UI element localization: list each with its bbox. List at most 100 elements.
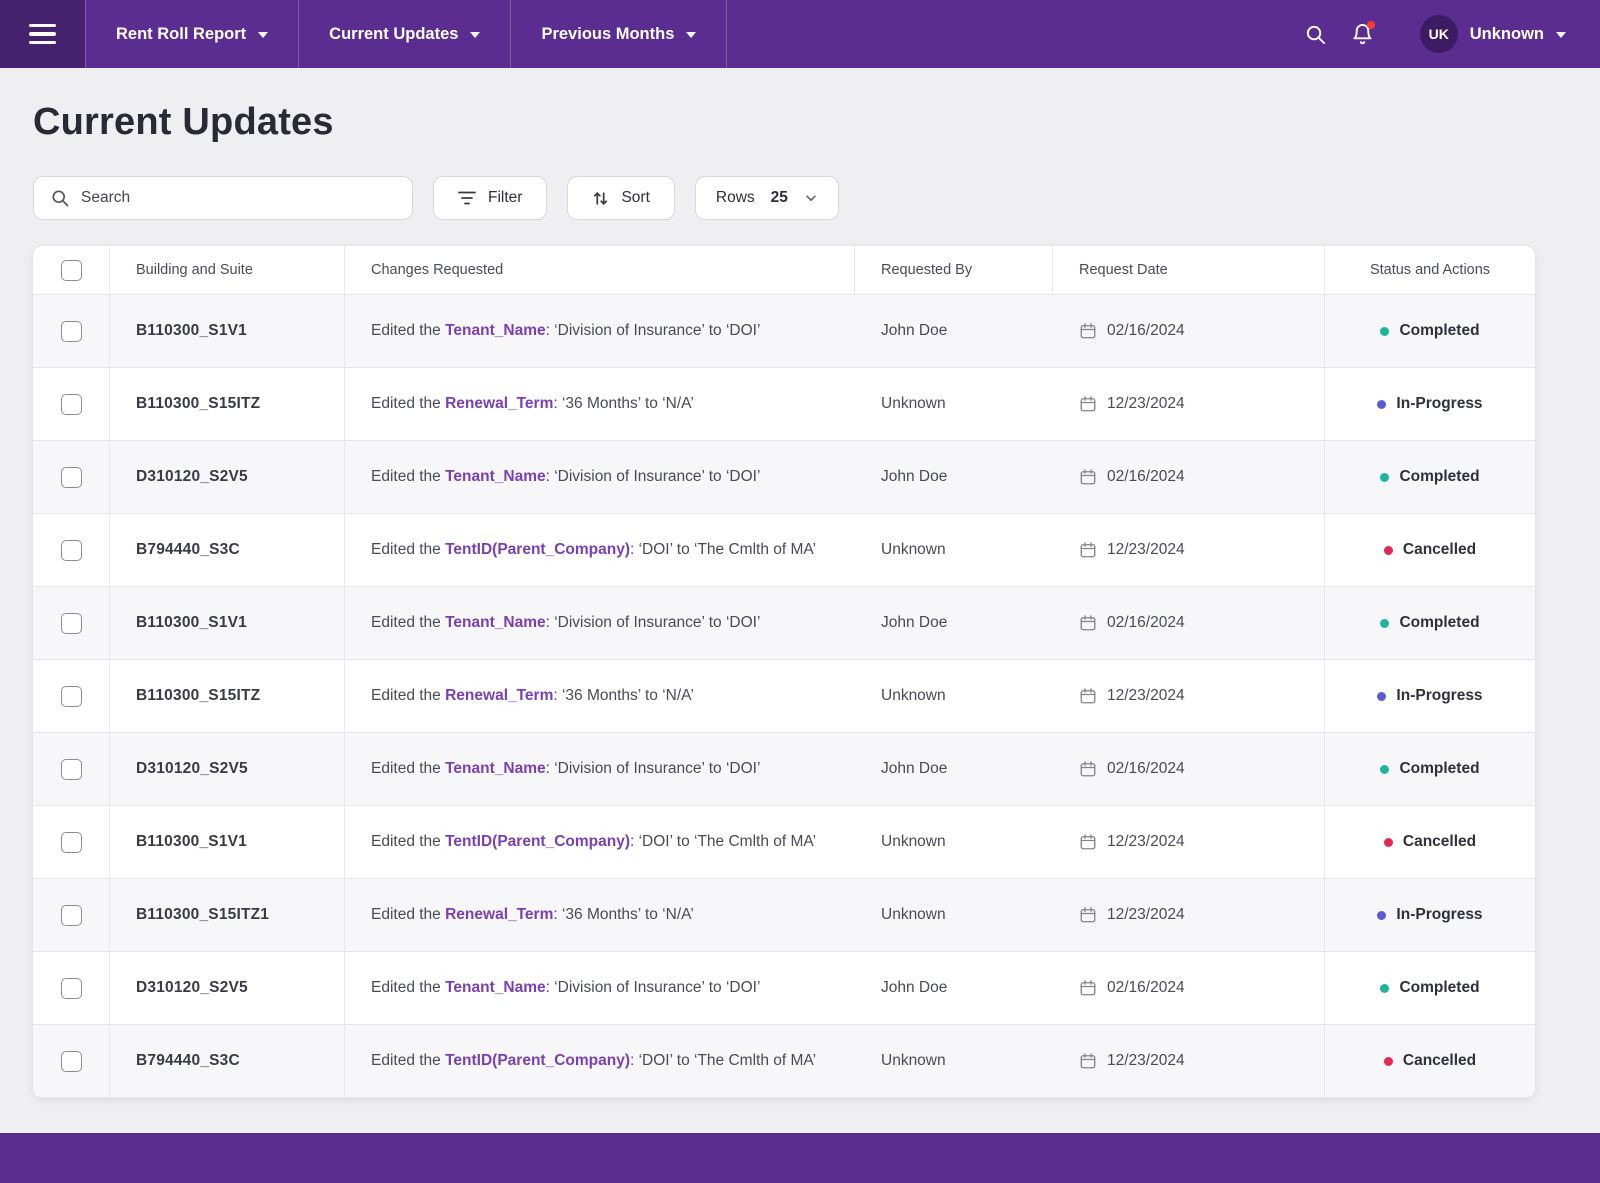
nav-item-rent-roll-report[interactable]: Rent Roll Report bbox=[85, 0, 299, 68]
request-date: 12/23/2024 bbox=[1107, 687, 1185, 705]
menu-button[interactable] bbox=[0, 0, 85, 68]
status-dot bbox=[1384, 1057, 1393, 1066]
change-description-cell: Edited the Renewal_Term: ‘36 Months’ to … bbox=[345, 879, 855, 951]
calendar-icon bbox=[1079, 541, 1097, 559]
user-menu[interactable]: UK Unknown bbox=[1420, 15, 1566, 53]
calendar-icon bbox=[1079, 1052, 1097, 1070]
status-badge: Cancelled bbox=[1324, 1025, 1535, 1097]
field-name-link[interactable]: TentID(Parent_Company) bbox=[445, 833, 630, 850]
search-icon bbox=[1304, 23, 1327, 46]
field-name-link[interactable]: Renewal_Term bbox=[445, 687, 553, 704]
request-date-cell: 02/16/2024 bbox=[1053, 441, 1325, 513]
field-name-link[interactable]: Tenant_Name bbox=[445, 322, 546, 339]
table-row[interactable]: B794440_S3C Edited the TentID(Parent_Com… bbox=[33, 1025, 1535, 1098]
status-badge: Completed bbox=[1324, 441, 1535, 513]
row-checkbox[interactable] bbox=[61, 394, 82, 415]
rows-per-page-selector[interactable]: Rows 25 bbox=[695, 176, 839, 220]
building-suite-cell: D310120_S2V5 bbox=[110, 952, 345, 1024]
calendar-icon bbox=[1079, 760, 1097, 778]
change-description-cell: Edited the Renewal_Term: ‘36 Months’ to … bbox=[345, 368, 855, 440]
user-name: Unknown bbox=[1470, 25, 1544, 44]
updates-table: Building and Suite Changes Requested Req… bbox=[33, 246, 1535, 1098]
request-date-cell: 12/23/2024 bbox=[1053, 660, 1325, 732]
search-input[interactable] bbox=[81, 189, 396, 207]
change-description-cell: Edited the Tenant_Name: ‘Division of Ins… bbox=[345, 952, 855, 1024]
table-row[interactable]: B110300_S15ITZ1 Edited the Renewal_Term:… bbox=[33, 879, 1535, 952]
filter-icon bbox=[458, 191, 476, 205]
table-body: B110300_S1V1 Edited the Tenant_Name: ‘Di… bbox=[33, 295, 1535, 1098]
field-name-link[interactable]: Tenant_Name bbox=[445, 614, 546, 631]
requested-by-cell: Unknown bbox=[855, 514, 1053, 586]
requested-by-cell: Unknown bbox=[855, 806, 1053, 878]
row-checkbox[interactable] bbox=[61, 321, 82, 342]
status-label: Cancelled bbox=[1403, 541, 1476, 559]
change-text: Edited the TentID(Parent_Company): ‘DOI’… bbox=[371, 833, 816, 851]
row-checkbox[interactable] bbox=[61, 759, 82, 780]
change-text: Edited the TentID(Parent_Company): ‘DOI’… bbox=[371, 1052, 816, 1070]
row-checkbox[interactable] bbox=[61, 832, 82, 853]
nav-item-current-updates[interactable]: Current Updates bbox=[299, 0, 511, 68]
request-date-cell: 02/16/2024 bbox=[1053, 733, 1325, 805]
table-row[interactable]: D310120_S2V5 Edited the Tenant_Name: ‘Di… bbox=[33, 441, 1535, 514]
row-checkbox[interactable] bbox=[61, 613, 82, 634]
table-row[interactable]: B110300_S15ITZ Edited the Renewal_Term: … bbox=[33, 368, 1535, 441]
column-header-building: Building and Suite bbox=[110, 246, 345, 294]
row-checkbox[interactable] bbox=[61, 1051, 82, 1072]
building-suite-cell: D310120_S2V5 bbox=[110, 441, 345, 513]
field-name-link[interactable]: Tenant_Name bbox=[445, 760, 546, 777]
building-suite-cell: B794440_S3C bbox=[110, 1025, 345, 1097]
request-date: 02/16/2024 bbox=[1107, 468, 1185, 486]
filter-button[interactable]: Filter bbox=[433, 176, 547, 220]
chevron-down-icon bbox=[686, 32, 696, 38]
table-row[interactable]: B794440_S3C Edited the TentID(Parent_Com… bbox=[33, 514, 1535, 587]
request-date: 12/23/2024 bbox=[1107, 1052, 1185, 1070]
nav-item-label: Rent Roll Report bbox=[116, 25, 246, 44]
search-button[interactable] bbox=[1304, 23, 1327, 46]
table-row[interactable]: B110300_S1V1 Edited the Tenant_Name: ‘Di… bbox=[33, 587, 1535, 660]
field-name-link[interactable]: TentID(Parent_Company) bbox=[445, 1052, 630, 1069]
status-badge: Completed bbox=[1324, 295, 1535, 367]
sort-button[interactable]: Sort bbox=[567, 176, 674, 220]
request-date-cell: 02/16/2024 bbox=[1053, 952, 1325, 1024]
rows-label: Rows bbox=[716, 189, 755, 207]
table-row[interactable]: D310120_S2V5 Edited the Tenant_Name: ‘Di… bbox=[33, 733, 1535, 806]
nav-item-previous-months[interactable]: Previous Months bbox=[511, 0, 727, 68]
row-checkbox[interactable] bbox=[61, 686, 82, 707]
notification-badge bbox=[1367, 21, 1375, 29]
field-name-link[interactable]: Tenant_Name bbox=[445, 468, 546, 485]
change-text: Edited the Tenant_Name: ‘Division of Ins… bbox=[371, 468, 760, 486]
request-date-cell: 02/16/2024 bbox=[1053, 295, 1325, 367]
requested-by-cell: Unknown bbox=[855, 660, 1053, 732]
status-dot bbox=[1377, 911, 1386, 920]
requested-by-cell: Unknown bbox=[855, 1025, 1053, 1097]
notifications-button[interactable] bbox=[1351, 23, 1374, 46]
row-checkbox[interactable] bbox=[61, 467, 82, 488]
request-date: 12/23/2024 bbox=[1107, 833, 1185, 851]
status-label: In-Progress bbox=[1396, 687, 1482, 705]
field-name-link[interactable]: Renewal_Term bbox=[445, 906, 553, 923]
row-checkbox[interactable] bbox=[61, 540, 82, 561]
calendar-icon bbox=[1079, 322, 1097, 340]
nav-item-label: Previous Months bbox=[541, 25, 674, 44]
request-date: 12/23/2024 bbox=[1107, 541, 1185, 559]
status-label: In-Progress bbox=[1396, 906, 1482, 924]
field-name-link[interactable]: Tenant_Name bbox=[445, 979, 546, 996]
row-checkbox[interactable] bbox=[61, 978, 82, 999]
status-dot bbox=[1380, 765, 1389, 774]
status-badge: Completed bbox=[1324, 587, 1535, 659]
table-row[interactable]: D310120_S2V5 Edited the Tenant_Name: ‘Di… bbox=[33, 952, 1535, 1025]
request-date: 12/23/2024 bbox=[1107, 906, 1185, 924]
change-text: Edited the Renewal_Term: ‘36 Months’ to … bbox=[371, 687, 694, 705]
change-description-cell: Edited the Tenant_Name: ‘Division of Ins… bbox=[345, 295, 855, 367]
table-row[interactable]: B110300_S1V1 Edited the TentID(Parent_Co… bbox=[33, 806, 1535, 879]
table-row[interactable]: B110300_S1V1 Edited the Tenant_Name: ‘Di… bbox=[33, 295, 1535, 368]
building-suite-cell: B110300_S15ITZ1 bbox=[110, 879, 345, 951]
table-row[interactable]: B110300_S15ITZ Edited the Renewal_Term: … bbox=[33, 660, 1535, 733]
field-name-link[interactable]: Renewal_Term bbox=[445, 395, 553, 412]
calendar-icon bbox=[1079, 833, 1097, 851]
status-badge: Completed bbox=[1324, 952, 1535, 1024]
change-description-cell: Edited the Tenant_Name: ‘Division of Ins… bbox=[345, 733, 855, 805]
select-all-checkbox[interactable] bbox=[61, 260, 82, 281]
row-checkbox[interactable] bbox=[61, 905, 82, 926]
field-name-link[interactable]: TentID(Parent_Company) bbox=[445, 541, 630, 558]
